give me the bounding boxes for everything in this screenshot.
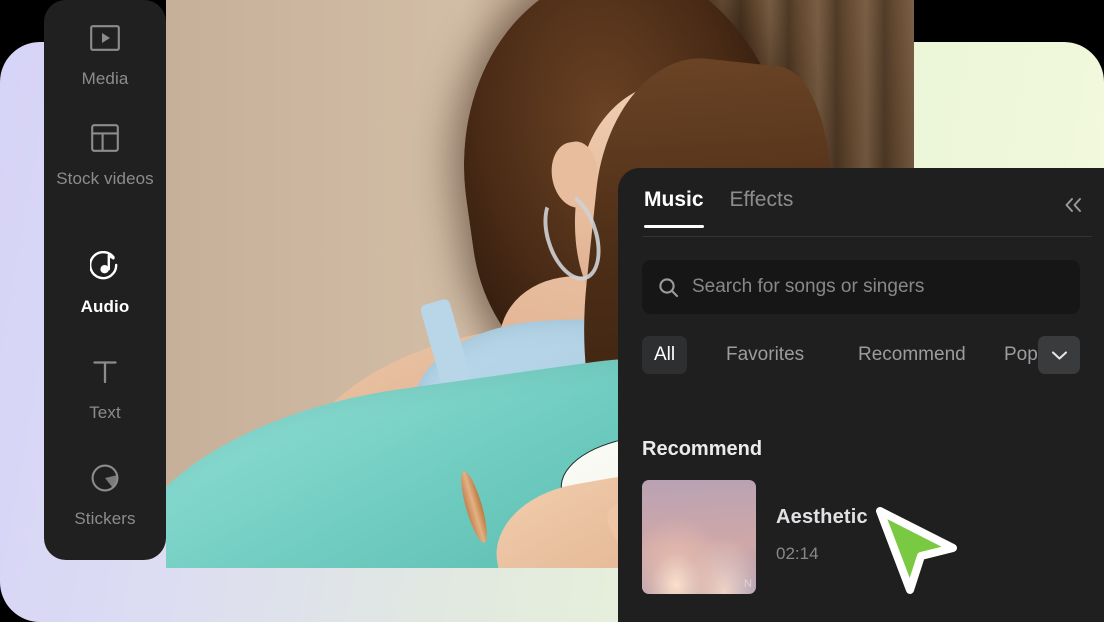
sidebar-item-label: Stock videos <box>56 169 154 188</box>
stock-videos-icon <box>44 120 166 156</box>
tab-music[interactable]: Music <box>644 188 704 228</box>
sidebar-item-stickers[interactable]: Stickers <box>44 460 166 533</box>
audio-library-panel: Music Effects Search for songs or singer… <box>618 168 1104 622</box>
filter-chip-all[interactable]: All <box>642 336 688 374</box>
track-duration: 02:14 <box>776 544 819 563</box>
thumbnail-badge: N <box>744 578 752 590</box>
section-title-recommend: Recommend <box>642 438 763 460</box>
sidebar-item-label: Text <box>89 403 121 422</box>
filter-chip-row: All Favorites Recommend Pop R <box>642 336 1080 376</box>
track-list-item[interactable]: N Aesthetic 02:14 <box>642 480 1080 596</box>
tab-effects[interactable]: Effects <box>730 188 794 228</box>
sidebar-item-label: Media <box>81 69 129 88</box>
tabs-divider <box>642 236 1092 237</box>
chevron-down-icon[interactable] <box>1038 336 1080 374</box>
chevron-double-left-icon[interactable] <box>1056 188 1090 222</box>
stickers-icon <box>44 460 166 496</box>
text-icon <box>44 354 166 390</box>
media-icon <box>44 20 166 56</box>
search-placeholder: Search for songs or singers <box>692 276 925 297</box>
audio-icon <box>44 248 166 284</box>
filter-chip-favorites[interactable]: Favorites <box>714 336 816 374</box>
sidebar-item-label: Audio <box>80 297 130 316</box>
track-thumbnail: N <box>642 480 756 594</box>
sidebar-item-audio[interactable]: Audio <box>44 248 166 321</box>
track-title: Aesthetic <box>776 506 868 528</box>
app-screenshot: Media Stock videos Audio Text Stickers M… <box>0 0 1104 622</box>
sidebar-item-label: Stickers <box>74 509 136 528</box>
sidebar-item-stock-videos[interactable]: Stock videos <box>44 120 166 193</box>
search-input[interactable]: Search for songs or singers <box>642 260 1080 314</box>
panel-tabs: Music Effects <box>644 188 793 228</box>
filter-chip-recommend[interactable]: Recommend <box>846 336 978 374</box>
left-sidebar: Media Stock videos Audio Text Stickers <box>44 0 166 560</box>
search-icon <box>658 277 679 298</box>
sidebar-item-text[interactable]: Text <box>44 354 166 427</box>
sidebar-item-media[interactable]: Media <box>44 20 166 93</box>
track-meta: Aesthetic 02:14 <box>776 480 868 564</box>
